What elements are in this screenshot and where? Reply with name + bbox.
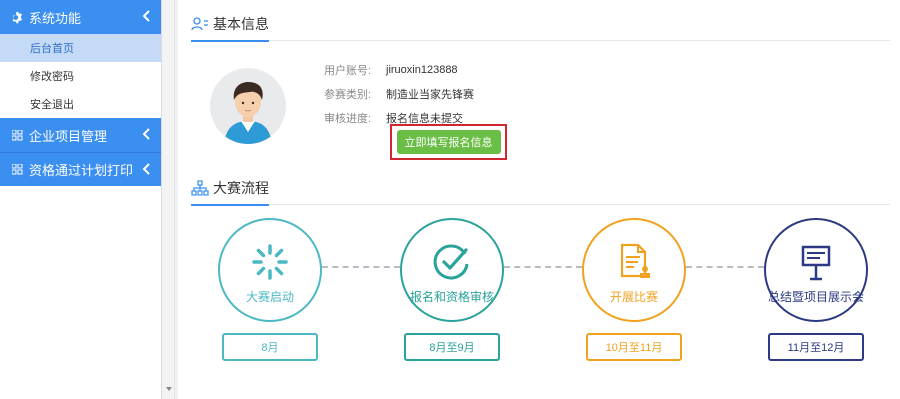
grid-icon — [10, 128, 24, 142]
org-chart-icon — [191, 180, 209, 196]
stage-label: 大赛启动 — [245, 289, 294, 304]
section-title-process: 大赛流程 — [191, 178, 269, 206]
fill-registration-button[interactable]: 立即填写报名信息 — [396, 130, 501, 154]
gear-icon — [10, 10, 24, 24]
section-title-text: 大赛流程 — [213, 180, 269, 196]
stage-circle: 总结暨项目展示会 — [764, 218, 868, 322]
sidebar-item-logout[interactable]: 安全退出 — [0, 90, 161, 118]
stage-label: 开展比赛 — [609, 289, 658, 304]
section-title-basic-info: 基本信息 — [191, 14, 269, 42]
field-label: 参赛类别: — [324, 89, 372, 101]
info-row-category: 参赛类别: 制造业当家先锋赛 — [324, 82, 474, 106]
menu-group-label: 系统功能 — [29, 10, 82, 26]
stage-circle: 大赛启动 — [218, 218, 322, 322]
sidebar-item-home[interactable]: 后台首页 — [0, 34, 161, 62]
menu-group-print-plan[interactable]: 资格通过计划打印 — [0, 152, 161, 186]
stage-registration: 报名和资格审核 8月至9月 — [400, 218, 504, 361]
stage-label: 报名和资格审核 — [409, 289, 494, 304]
sidebar-item-change-password[interactable]: 修改密码 — [0, 62, 161, 90]
stage-exhibition: 总结暨项目展示会 11月至12月 — [764, 218, 868, 361]
chevron-left-icon[interactable] — [141, 162, 151, 176]
scroll-down-arrow-icon[interactable] — [166, 387, 172, 391]
avatar — [210, 68, 286, 144]
field-value: 制造业当家先锋赛 — [386, 89, 474, 101]
stage-circle: 报名和资格审核 — [400, 218, 504, 322]
user-info: 用户账号: jiruoxin123888 参赛类别: 制造业当家先锋赛 审核进度… — [324, 58, 474, 130]
field-label: 用户账号: — [324, 65, 372, 77]
menu-group-label: 资格通过计划打印 — [29, 163, 134, 178]
menu-group-label: 企业项目管理 — [29, 128, 108, 144]
process-flow: 大赛启动 8月 报名和资格审核 8月至9月 开展比赛 10月至11月 总结暨项目… — [178, 218, 900, 378]
chevron-left-icon[interactable] — [141, 9, 151, 23]
stage-date: 11月至12月 — [768, 333, 864, 361]
stage-label: 总结暨项目展示会 — [767, 289, 864, 304]
menu-group-project-management[interactable]: 企业项目管理 — [0, 118, 161, 152]
sidebar: 系统功能 后台首页 修改密码 安全退出 企业项目管理 资格通过计划打印 — [0, 0, 162, 399]
info-row-account: 用户账号: jiruoxin123888 — [324, 58, 474, 82]
section-divider — [191, 40, 890, 41]
user-card-icon — [191, 16, 209, 32]
connector-line — [322, 266, 400, 268]
section-title-text: 基本信息 — [213, 16, 269, 32]
grid-icon — [10, 163, 24, 177]
section-divider — [191, 204, 890, 205]
highlight-box: 立即填写报名信息 — [390, 124, 507, 160]
chevron-left-icon[interactable] — [141, 127, 151, 141]
sidebar-scrollbar[interactable] — [163, 0, 175, 399]
sidebar-item-label: 修改密码 — [30, 71, 74, 83]
stage-competition: 开展比赛 10月至11月 — [582, 218, 686, 361]
stage-launch: 大赛启动 8月 — [218, 218, 322, 361]
document-stamp-icon — [620, 243, 650, 278]
stage-circle: 开展比赛 — [582, 218, 686, 322]
connector-line — [686, 266, 764, 268]
loading-icon — [252, 243, 288, 280]
stage-date: 8月 — [222, 333, 318, 361]
stage-date: 8月至9月 — [404, 333, 500, 361]
field-label: 审核进度: — [324, 113, 372, 125]
connector-line — [504, 266, 582, 268]
menu-group-system[interactable]: 系统功能 — [0, 0, 161, 34]
stage-date: 10月至11月 — [586, 333, 682, 361]
field-value: jiruoxin123888 — [386, 64, 458, 76]
sidebar-item-label: 安全退出 — [30, 99, 74, 111]
check-circle-icon — [433, 243, 469, 279]
main-panel: 基本信息 用户账号: jiruoxin123888 参赛类别: 制造业当家先锋赛… — [178, 0, 900, 399]
signboard-icon — [801, 245, 831, 280]
sidebar-item-label: 后台首页 — [30, 43, 74, 55]
